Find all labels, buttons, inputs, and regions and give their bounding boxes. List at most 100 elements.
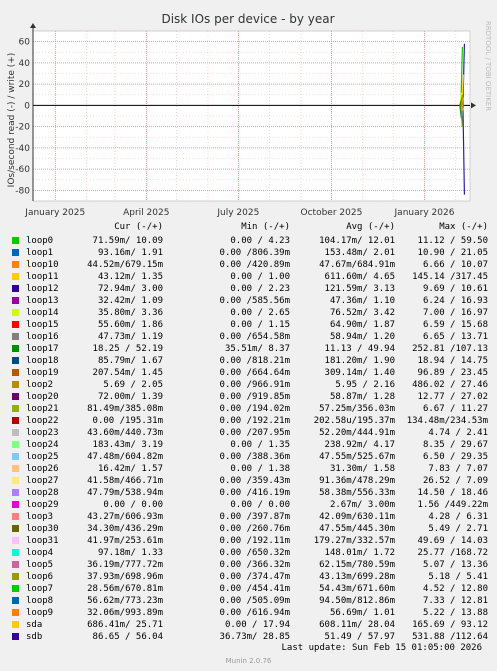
- legend-series-name: loop18: [26, 356, 59, 366]
- legend-swatch: [12, 381, 19, 388]
- legend-avg-value: 47.67m/684.91m: [319, 260, 395, 270]
- legend-cur-value: 72.00m/ 1.39: [97, 392, 163, 402]
- legend-max-value: 531.88 /112.64: [412, 632, 488, 642]
- legend-row: loop22 0.00 /195.31m 0.00 /192.21m 202.58u/…: [12, 415, 492, 427]
- legend-cur-value: 183.43m/ 3.19: [92, 440, 163, 450]
- legend-swatch: [12, 297, 19, 304]
- header-avg: Avg (-/+): [346, 222, 395, 232]
- legend-cur-value: 44.52m/679.15m: [87, 260, 163, 270]
- legend-cur-value: 41.97m/253.61m: [87, 536, 163, 546]
- legend-swatch: [12, 549, 19, 556]
- legend-avg-value: 91.36m/478.29m: [319, 476, 395, 486]
- legend-swatch: [12, 597, 19, 604]
- legend-avg-value: 611.60m/ 4.65: [324, 272, 395, 282]
- legend-row: loop13 32.42m/ 1.09 0.00 /585.56m 47.36m/ 1…: [12, 295, 492, 307]
- legend-max-value: 6.67 / 11.27: [422, 404, 488, 414]
- legend-swatch: [12, 441, 19, 448]
- legend-avg-value: 62.15m/780.59m: [319, 560, 395, 570]
- legend-series-name: loop9: [26, 608, 54, 618]
- header-min: Min (-/+): [241, 222, 290, 232]
- legend-cur-value: 0.00 /195.31m: [92, 416, 163, 426]
- legend-row: loop17 18.25 / 52.19 35.51m/ 8.37 11.13 / 4…: [12, 343, 492, 355]
- legend-series-name: loop7: [26, 584, 54, 594]
- legend-header: Cur (-/+) Min (-/+) Avg (-/+) Max (-/+): [12, 222, 492, 234]
- legend-series-name: sdb: [26, 632, 43, 642]
- legend-max-value: 5.18 / 5.41: [428, 572, 488, 582]
- x-tick-label: January 2025: [24, 208, 85, 218]
- legend-min-value: 0.00 /388.36m: [219, 452, 290, 462]
- legend-cur-value: 41.58m/466.71m: [87, 476, 163, 486]
- legend-min-value: 0.00 / 1.15: [230, 320, 290, 330]
- legend-max-value: 7.00 / 16.97: [422, 308, 488, 318]
- legend-min-value: 0.00 /505.09m: [219, 596, 290, 606]
- legend-min-value: 0.00 /585.56m: [219, 296, 290, 306]
- legend-avg-value: 43.13m/699.28m: [319, 572, 395, 582]
- legend-row: loop28 47.79m/538.94m 0.00 /416.19m 58.38m/…: [12, 487, 492, 499]
- legend-cur-value: 36.19m/777.72m: [87, 560, 163, 570]
- legend-max-value: 96.89 / 23.45: [417, 368, 488, 378]
- legend-row: loop30 34.30m/436.29m 0.00 /260.76m 47.55m/…: [12, 523, 492, 535]
- legend-min-value: 0.00 /806.39m: [219, 248, 290, 258]
- legend-avg-value: 47.55m/445.30m: [319, 524, 395, 534]
- legend-max-value: 6.24 / 16.93: [422, 296, 488, 306]
- legend-row: loop23 43.60m/440.73m 0.00 /207.95m 52.20m/…: [12, 427, 492, 439]
- legend-swatch: [12, 477, 19, 484]
- legend-min-value: 0.00 /454.41m: [219, 584, 290, 594]
- legend-avg-value: 608.11m/ 28.04: [319, 620, 395, 630]
- legend-max-value: 12.77 / 27.02: [417, 392, 488, 402]
- legend-swatch: [12, 633, 19, 640]
- x-tick-label: January 2026: [394, 208, 455, 218]
- legend-swatch: [12, 429, 19, 436]
- legend-row: sda 686.41m/ 25.71 0.00 / 17.94 608.11m/ 28…: [12, 619, 492, 631]
- legend-min-value: 0.00 / 4.23: [230, 236, 290, 246]
- legend-avg-value: 121.59m/ 3.13: [324, 284, 395, 294]
- legend-min-value: 0.00 /192.11m: [219, 536, 290, 546]
- legend-swatch: [12, 237, 19, 244]
- legend-swatch: [12, 453, 19, 460]
- legend-series-name: loop2: [26, 380, 54, 390]
- legend-series-name: loop15: [26, 320, 59, 330]
- legend-max-value: 134.48m/234.53m: [406, 416, 488, 426]
- legend-max-value: 145.14 /317.45: [412, 272, 488, 282]
- legend-row: loop12 72.94m/ 3.00 0.00 / 2.23 121.59m/ 3.…: [12, 283, 492, 295]
- legend-min-value: 0.00 / 17.94: [224, 620, 290, 630]
- legend-max-value: 4.28 / 6.31: [428, 512, 488, 522]
- legend-series-name: loop19: [26, 368, 59, 378]
- legend-cur-value: 34.30m/436.29m: [87, 524, 163, 534]
- legend-swatch: [12, 321, 19, 328]
- legend-min-value: 36.73m/ 28.85: [219, 632, 290, 642]
- legend-row: loop15 55.60m/ 1.86 0.00 / 1.15 64.90m/ 1.8…: [12, 319, 492, 331]
- legend-swatch: [12, 369, 19, 376]
- legend-min-value: 0.00 / 1.38: [230, 464, 290, 474]
- rrdtool-watermark: RRDTOOL / TOBI OETIKER: [484, 21, 492, 111]
- legend-swatch: [12, 573, 19, 580]
- legend-max-value: 165.69 / 93.12: [412, 620, 488, 630]
- legend-series-name: loop31: [26, 536, 59, 546]
- legend-avg-value: 51.49 / 57.97: [324, 632, 395, 642]
- chart-canvas: Disk IOs per device - by year IOs/second…: [7, 12, 492, 218]
- legend-min-value: 0.00 /616.94m: [219, 608, 290, 618]
- legend-max-value: 9.69 / 10.61: [422, 284, 488, 294]
- chart-title: Disk IOs per device - by year: [161, 12, 334, 26]
- legend-swatch: [12, 405, 19, 412]
- y-tick-label: -40: [15, 144, 30, 154]
- legend-max-value: 4.74 / 2.41: [428, 428, 488, 438]
- legend-swatch: [12, 285, 19, 292]
- legend-cur-value: 55.60m/ 1.86: [97, 320, 163, 330]
- legend-cur-value: 43.27m/606.93m: [87, 512, 163, 522]
- legend-min-value: 0.00 /260.76m: [219, 524, 290, 534]
- legend-swatch: [12, 465, 19, 472]
- legend-cur-value: 686.41m/ 25.71: [87, 620, 163, 630]
- legend-max-value: 4.52 / 12.80: [422, 584, 488, 594]
- legend-min-value: 0.00 /966.91m: [219, 380, 290, 390]
- legend-avg-value: 2.67m/ 3.00m: [329, 500, 395, 510]
- legend-cur-value: 0.00 / 0.00: [103, 500, 163, 510]
- legend-avg-value: 52.20m/444.91m: [319, 428, 395, 438]
- plot-area: -80 -60 -40 -20 0 20 40 60 January 2025 April 202…: [15, 23, 476, 218]
- legend-max-value: 14.50 / 18.46: [417, 488, 488, 498]
- legend-cur-value: 81.49m/385.08m: [87, 404, 163, 414]
- legend-cur-value: 28.56m/670.81m: [87, 584, 163, 594]
- legend-row: loop7 28.56m/670.81m 0.00 /454.41m 54.43m/6…: [12, 583, 492, 595]
- legend-swatch: [12, 273, 19, 280]
- legend-series-name: loop21: [26, 404, 59, 414]
